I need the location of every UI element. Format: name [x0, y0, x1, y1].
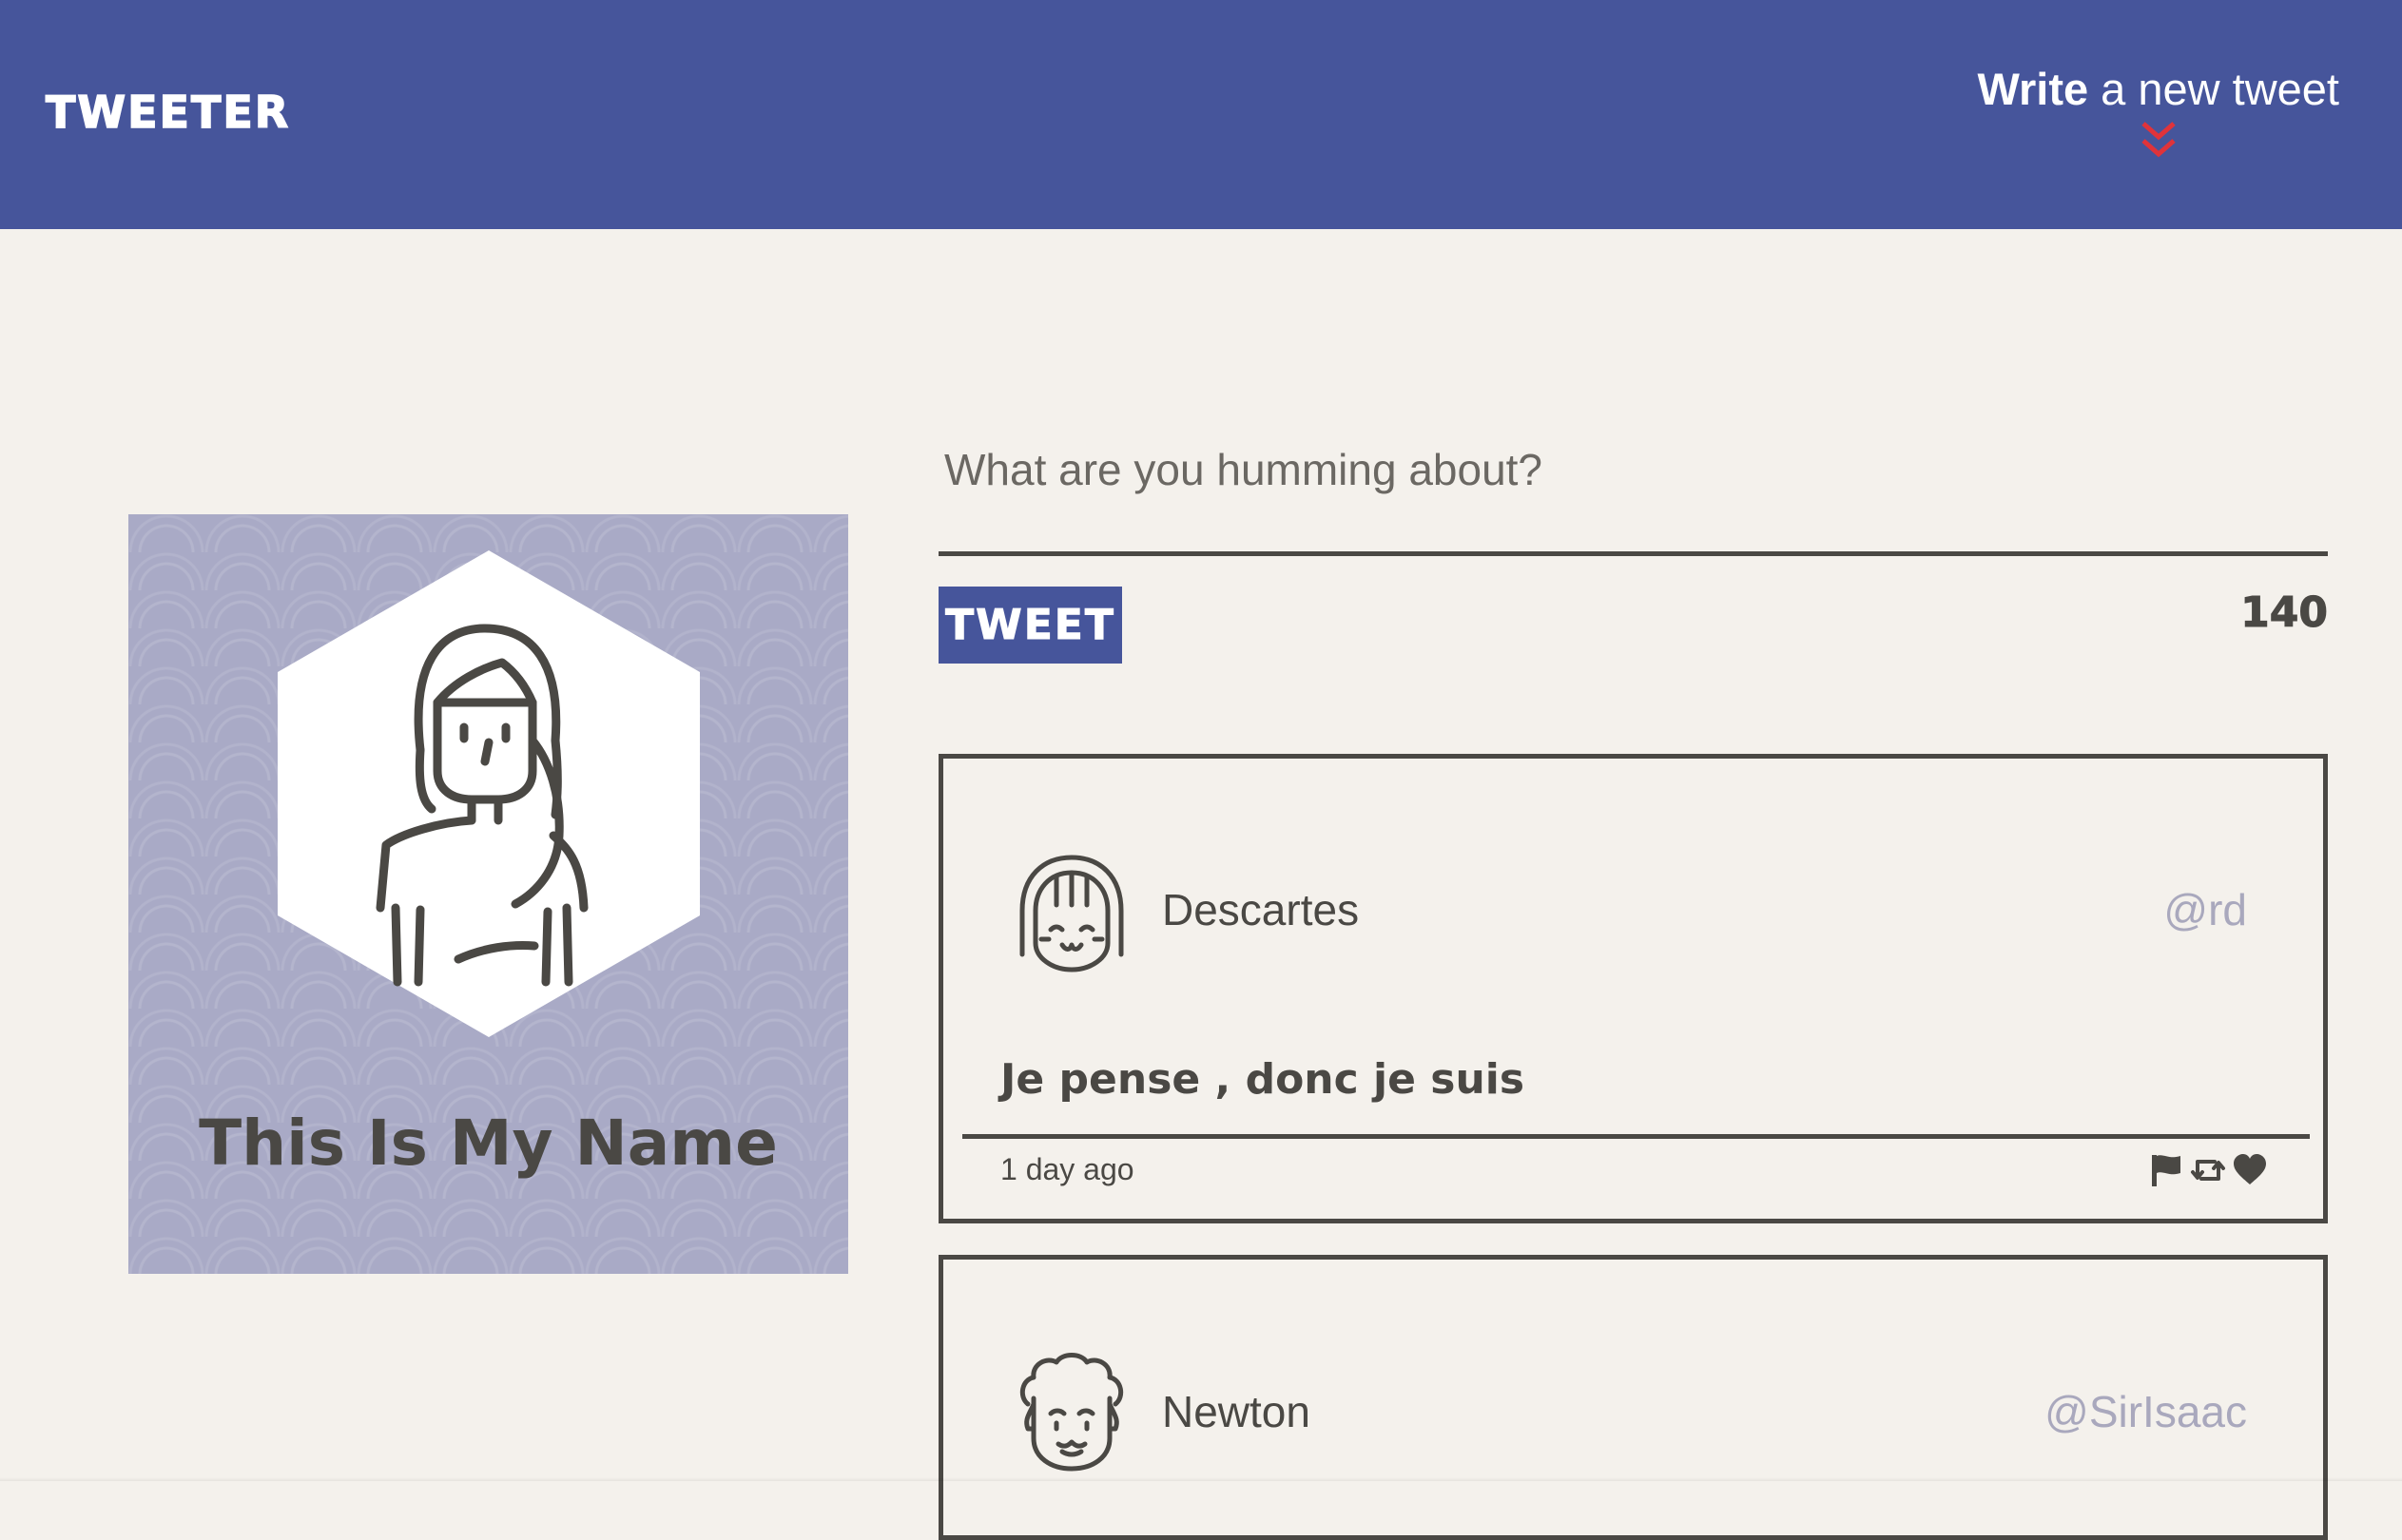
character-counter: 140 — [2240, 588, 2329, 638]
tweet-author-handle: @rd — [2163, 885, 2247, 934]
tweet-actions — [2148, 1152, 2268, 1188]
write-new-tweet-label: Write a new tweet — [1977, 63, 2339, 116]
tweet-author-name: Descartes — [1162, 885, 1360, 934]
heart-icon[interactable] — [2232, 1152, 2268, 1188]
tweet-content: Je pense , donc je suis — [1000, 1055, 1525, 1104]
tweet-timestamp: 1 day ago — [1000, 1152, 1134, 1186]
tweet-author-handle: @SirIsaac — [2044, 1387, 2247, 1436]
profile-name: This Is My Name — [199, 1107, 778, 1180]
tweet-text-input[interactable] — [939, 423, 2328, 556]
double-chevron-down-icon — [2141, 122, 2176, 158]
girl-avatar-icon — [1019, 855, 1124, 972]
profile-card: This Is My Name — [128, 514, 848, 1274]
curly-hair-avatar-icon — [1019, 1353, 1124, 1472]
tweet-author-name: Newton — [1162, 1387, 1310, 1436]
tweet-card: Newton @SirIsaac — [939, 1255, 2328, 1540]
retweet-icon[interactable] — [2190, 1152, 2226, 1188]
tweet-card: Descartes @rd Je pense , donc je suis 1 … — [939, 754, 2328, 1223]
tweet-submit-button[interactable]: TWEET — [939, 587, 1122, 664]
top-navbar: TWEETER Write a new tweet — [0, 0, 2402, 229]
write-bold-label: Write — [1977, 64, 2089, 114]
new-tweet-label: a new tweet — [2088, 64, 2339, 114]
write-new-tweet-toggle[interactable]: Write a new tweet — [1977, 63, 2339, 162]
flag-icon[interactable] — [2148, 1152, 2184, 1188]
tweet-footer-divider — [962, 1134, 2310, 1139]
brand-logo[interactable]: TWEETER — [45, 84, 290, 141]
profile-avatar — [278, 550, 700, 1037]
viewport-bottom-edge — [0, 1477, 2402, 1481]
